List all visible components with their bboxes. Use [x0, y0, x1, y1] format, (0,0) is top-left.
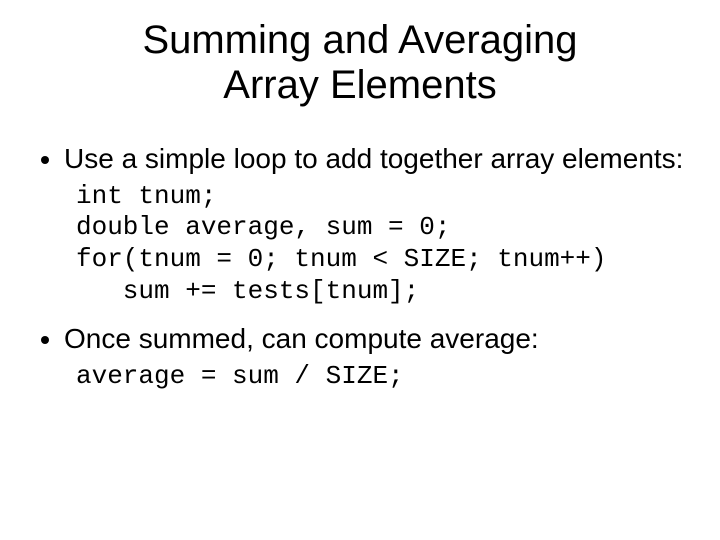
code1-line2: double average, sum = 0;: [76, 212, 450, 242]
bullet-2: Once summed, can compute average:: [64, 322, 684, 355]
bullet-2-text: Once summed, can compute average:: [64, 323, 539, 354]
bullet-list-2: Once summed, can compute average:: [36, 322, 684, 355]
bullet-list: Use a simple loop to add together array …: [36, 142, 684, 175]
title-line-1: Summing and Averaging: [142, 18, 577, 62]
slide-title: Summing and Averaging Array Elements: [36, 18, 684, 108]
code-block-1: int tnum; double average, sum = 0; for(t…: [76, 181, 684, 308]
code1-line1: int tnum;: [76, 181, 216, 211]
bullet-1: Use a simple loop to add together array …: [64, 142, 684, 175]
code-block-2: average = sum / SIZE;: [76, 361, 684, 393]
slide: Summing and Averaging Array Elements Use…: [0, 0, 720, 540]
bullet-1-text: Use a simple loop to add together array …: [64, 143, 683, 174]
code1-line3: for(tnum = 0; tnum < SIZE; tnum++): [76, 244, 607, 274]
title-line-2: Array Elements: [223, 63, 496, 107]
code2-line1: average = sum / SIZE;: [76, 361, 404, 391]
code1-line4: sum += tests[tnum];: [76, 276, 419, 306]
